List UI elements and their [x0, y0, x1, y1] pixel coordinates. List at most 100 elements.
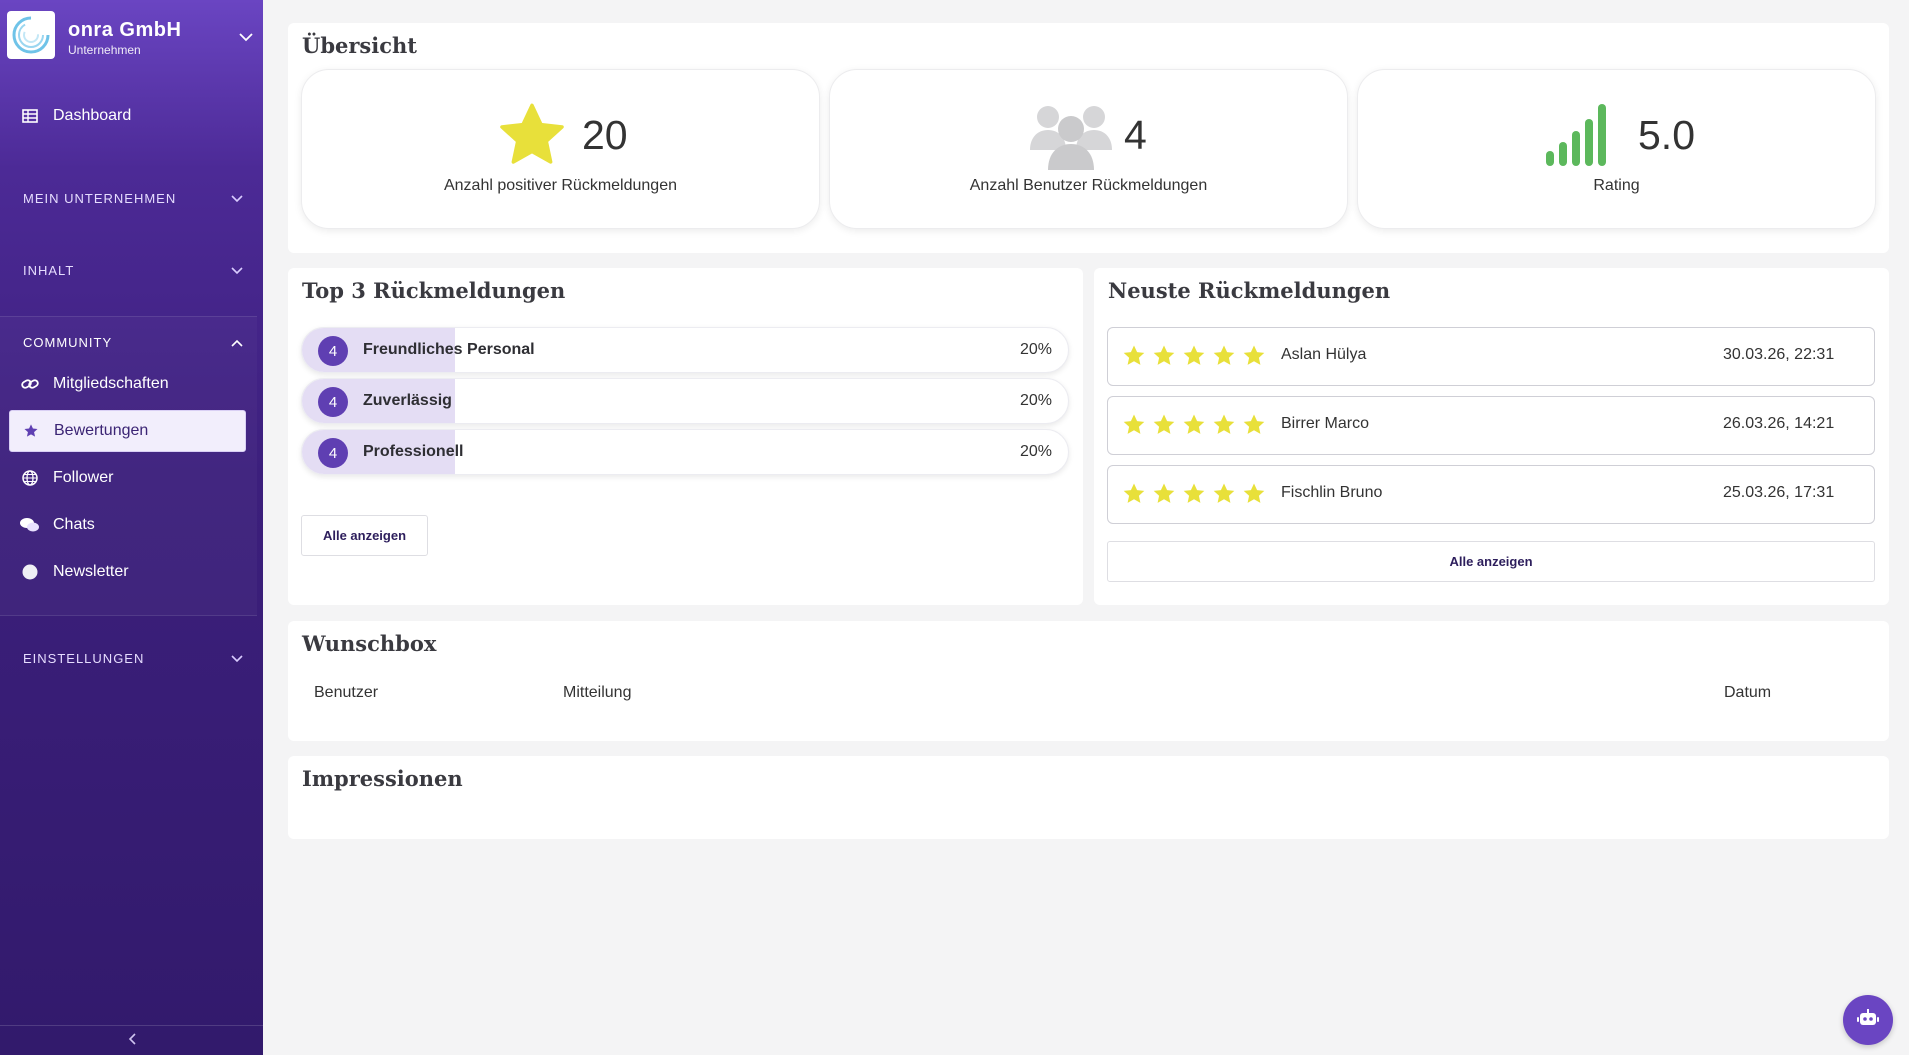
stat-rating: 5.0 Rating [1357, 69, 1876, 229]
stat-label: Anzahl Benutzer Rückmeldungen [969, 177, 1208, 194]
wishbox-card: Wunschbox [288, 621, 1889, 741]
star-icon [1182, 482, 1206, 511]
top3-item: 4 Freundliches Personal 20% [301, 327, 1069, 373]
impressions-title: Impressionen [302, 766, 463, 791]
review-date: 30.03.26, 22:31 [1723, 346, 1835, 363]
review-date: 25.03.26, 17:31 [1723, 484, 1835, 501]
review-author: Birrer Marco [1281, 415, 1370, 432]
star-icon [1152, 344, 1176, 373]
column-header-mitteilung[interactable]: Mitteilung [563, 684, 631, 702]
sidebar-item-chats[interactable]: Chats [9, 504, 246, 546]
chevron-down-icon [231, 191, 243, 206]
top3-item-label: Freundliches Personal [363, 341, 535, 358]
count-badge: 4 [318, 387, 348, 417]
chevron-left-icon [128, 1032, 136, 1050]
review-author: Aslan Hülya [1281, 346, 1367, 363]
globe-icon [17, 470, 43, 486]
overview-title: Übersicht [302, 33, 417, 58]
sidebar-item-newsletter[interactable]: Newsletter [9, 551, 246, 593]
company-subtitle: Unternehmen [68, 43, 141, 57]
latest-title: Neuste Rückmeldungen [1108, 278, 1391, 303]
stat-value: 20 [582, 112, 628, 158]
sidebar-item-label: Bewertungen [54, 422, 149, 439]
top3-item: 4 Professionell 20% [301, 429, 1069, 475]
stat-value: 4 [1124, 112, 1147, 158]
review-author: Fischlin Bruno [1281, 484, 1383, 501]
review-row[interactable]: Birrer Marco 26.03.26, 14:21 [1107, 396, 1875, 455]
section-mein-unternehmen[interactable]: MEIN UNTERNEHMEN [23, 191, 243, 206]
chevron-down-icon [231, 263, 243, 278]
column-header-benutzer[interactable]: Benutzer [314, 684, 378, 702]
section-community[interactable]: COMMUNITY [23, 335, 243, 350]
sidebar-collapse-button[interactable] [0, 1025, 263, 1055]
section-label: MEIN UNTERNEHMEN [23, 191, 177, 206]
stat-value: 5.0 [1638, 112, 1695, 158]
stat-label: Anzahl positiver Rückmeldungen [443, 177, 677, 194]
top3-item-label: Professionell [363, 443, 464, 460]
latest-show-all-button[interactable]: Alle anzeigen [1107, 541, 1875, 582]
stat-positive-feedback: 20 Anzahl positiver Rückmeldungen [301, 69, 820, 229]
star-icon [1182, 413, 1206, 442]
sidebar-item-label: Newsletter [53, 563, 129, 580]
rating-stars [1122, 482, 1266, 511]
star-icon [1242, 413, 1266, 442]
section-label: EINSTELLUNGEN [23, 651, 145, 666]
chat-icon [17, 517, 43, 533]
sidebar-item-bewertungen[interactable]: Bewertungen [9, 410, 246, 452]
chevron-down-icon [231, 651, 243, 666]
users-icon [1028, 100, 1114, 177]
robot-icon [1857, 1008, 1879, 1033]
top3-show-all-button[interactable]: Alle anzeigen [301, 515, 428, 556]
section-label: COMMUNITY [23, 335, 113, 350]
section-inhalt[interactable]: INHALT [23, 263, 243, 278]
chevron-down-icon [239, 29, 253, 47]
sidebar-item-label: Follower [53, 469, 114, 486]
star-icon [1242, 344, 1266, 373]
sidebar-item-label: Chats [53, 516, 95, 533]
grid-icon [17, 109, 43, 123]
company-switcher[interactable]: onra GmbH Unternehmen [7, 11, 257, 59]
review-row[interactable]: Aslan Hülya 30.03.26, 22:31 [1107, 327, 1875, 386]
signal-bars-icon [1544, 101, 1620, 172]
sidebar-item-label: Dashboard [53, 107, 132, 124]
wishbox-title: Wunschbox [302, 631, 437, 656]
section-einstellungen[interactable]: EINSTELLUNGEN [23, 651, 243, 666]
chatbot-button[interactable] [1843, 995, 1893, 1045]
top3-item-percent: 20% [1019, 341, 1052, 358]
stat-user-feedback: 4 Anzahl Benutzer Rückmeldungen [829, 69, 1348, 229]
star-icon [1212, 482, 1236, 511]
review-row[interactable]: Fischlin Bruno 25.03.26, 17:31 [1107, 465, 1875, 524]
star-icon [1122, 344, 1146, 373]
top3-title: Top 3 Rückmeldungen [302, 278, 566, 303]
top3-item: 4 Zuverlässig 20% [301, 378, 1069, 424]
star-icon [1152, 482, 1176, 511]
section-label: INHALT [23, 263, 75, 278]
star-icon [1212, 413, 1236, 442]
top3-item-percent: 20% [1019, 443, 1052, 460]
link-icon [17, 377, 43, 391]
count-badge: 4 [318, 336, 348, 366]
company-name: onra GmbH [68, 19, 182, 41]
star-icon [1122, 413, 1146, 442]
star-icon [18, 423, 44, 439]
star-icon [496, 101, 568, 176]
circle-icon [17, 564, 43, 580]
sidebar-item-label: Mitgliedschaften [53, 375, 169, 392]
chevron-up-icon [231, 335, 243, 350]
star-icon [1152, 413, 1176, 442]
sidebar-item-dashboard[interactable]: Dashboard [9, 95, 246, 137]
count-badge: 4 [318, 438, 348, 468]
stat-label: Rating [1593, 177, 1640, 194]
review-date: 26.03.26, 14:21 [1723, 415, 1835, 432]
column-header-datum[interactable]: Datum [1724, 684, 1771, 702]
star-icon [1242, 482, 1266, 511]
company-logo [7, 11, 55, 59]
star-icon [1122, 482, 1146, 511]
sidebar-item-mitgliedschaften[interactable]: Mitgliedschaften [9, 363, 246, 405]
star-icon [1212, 344, 1236, 373]
sidebar-item-follower[interactable]: Follower [9, 457, 246, 499]
impressions-card: Impressionen [288, 756, 1889, 839]
rating-stars [1122, 413, 1266, 442]
star-icon [1182, 344, 1206, 373]
top3-item-label: Zuverlässig [363, 392, 452, 409]
